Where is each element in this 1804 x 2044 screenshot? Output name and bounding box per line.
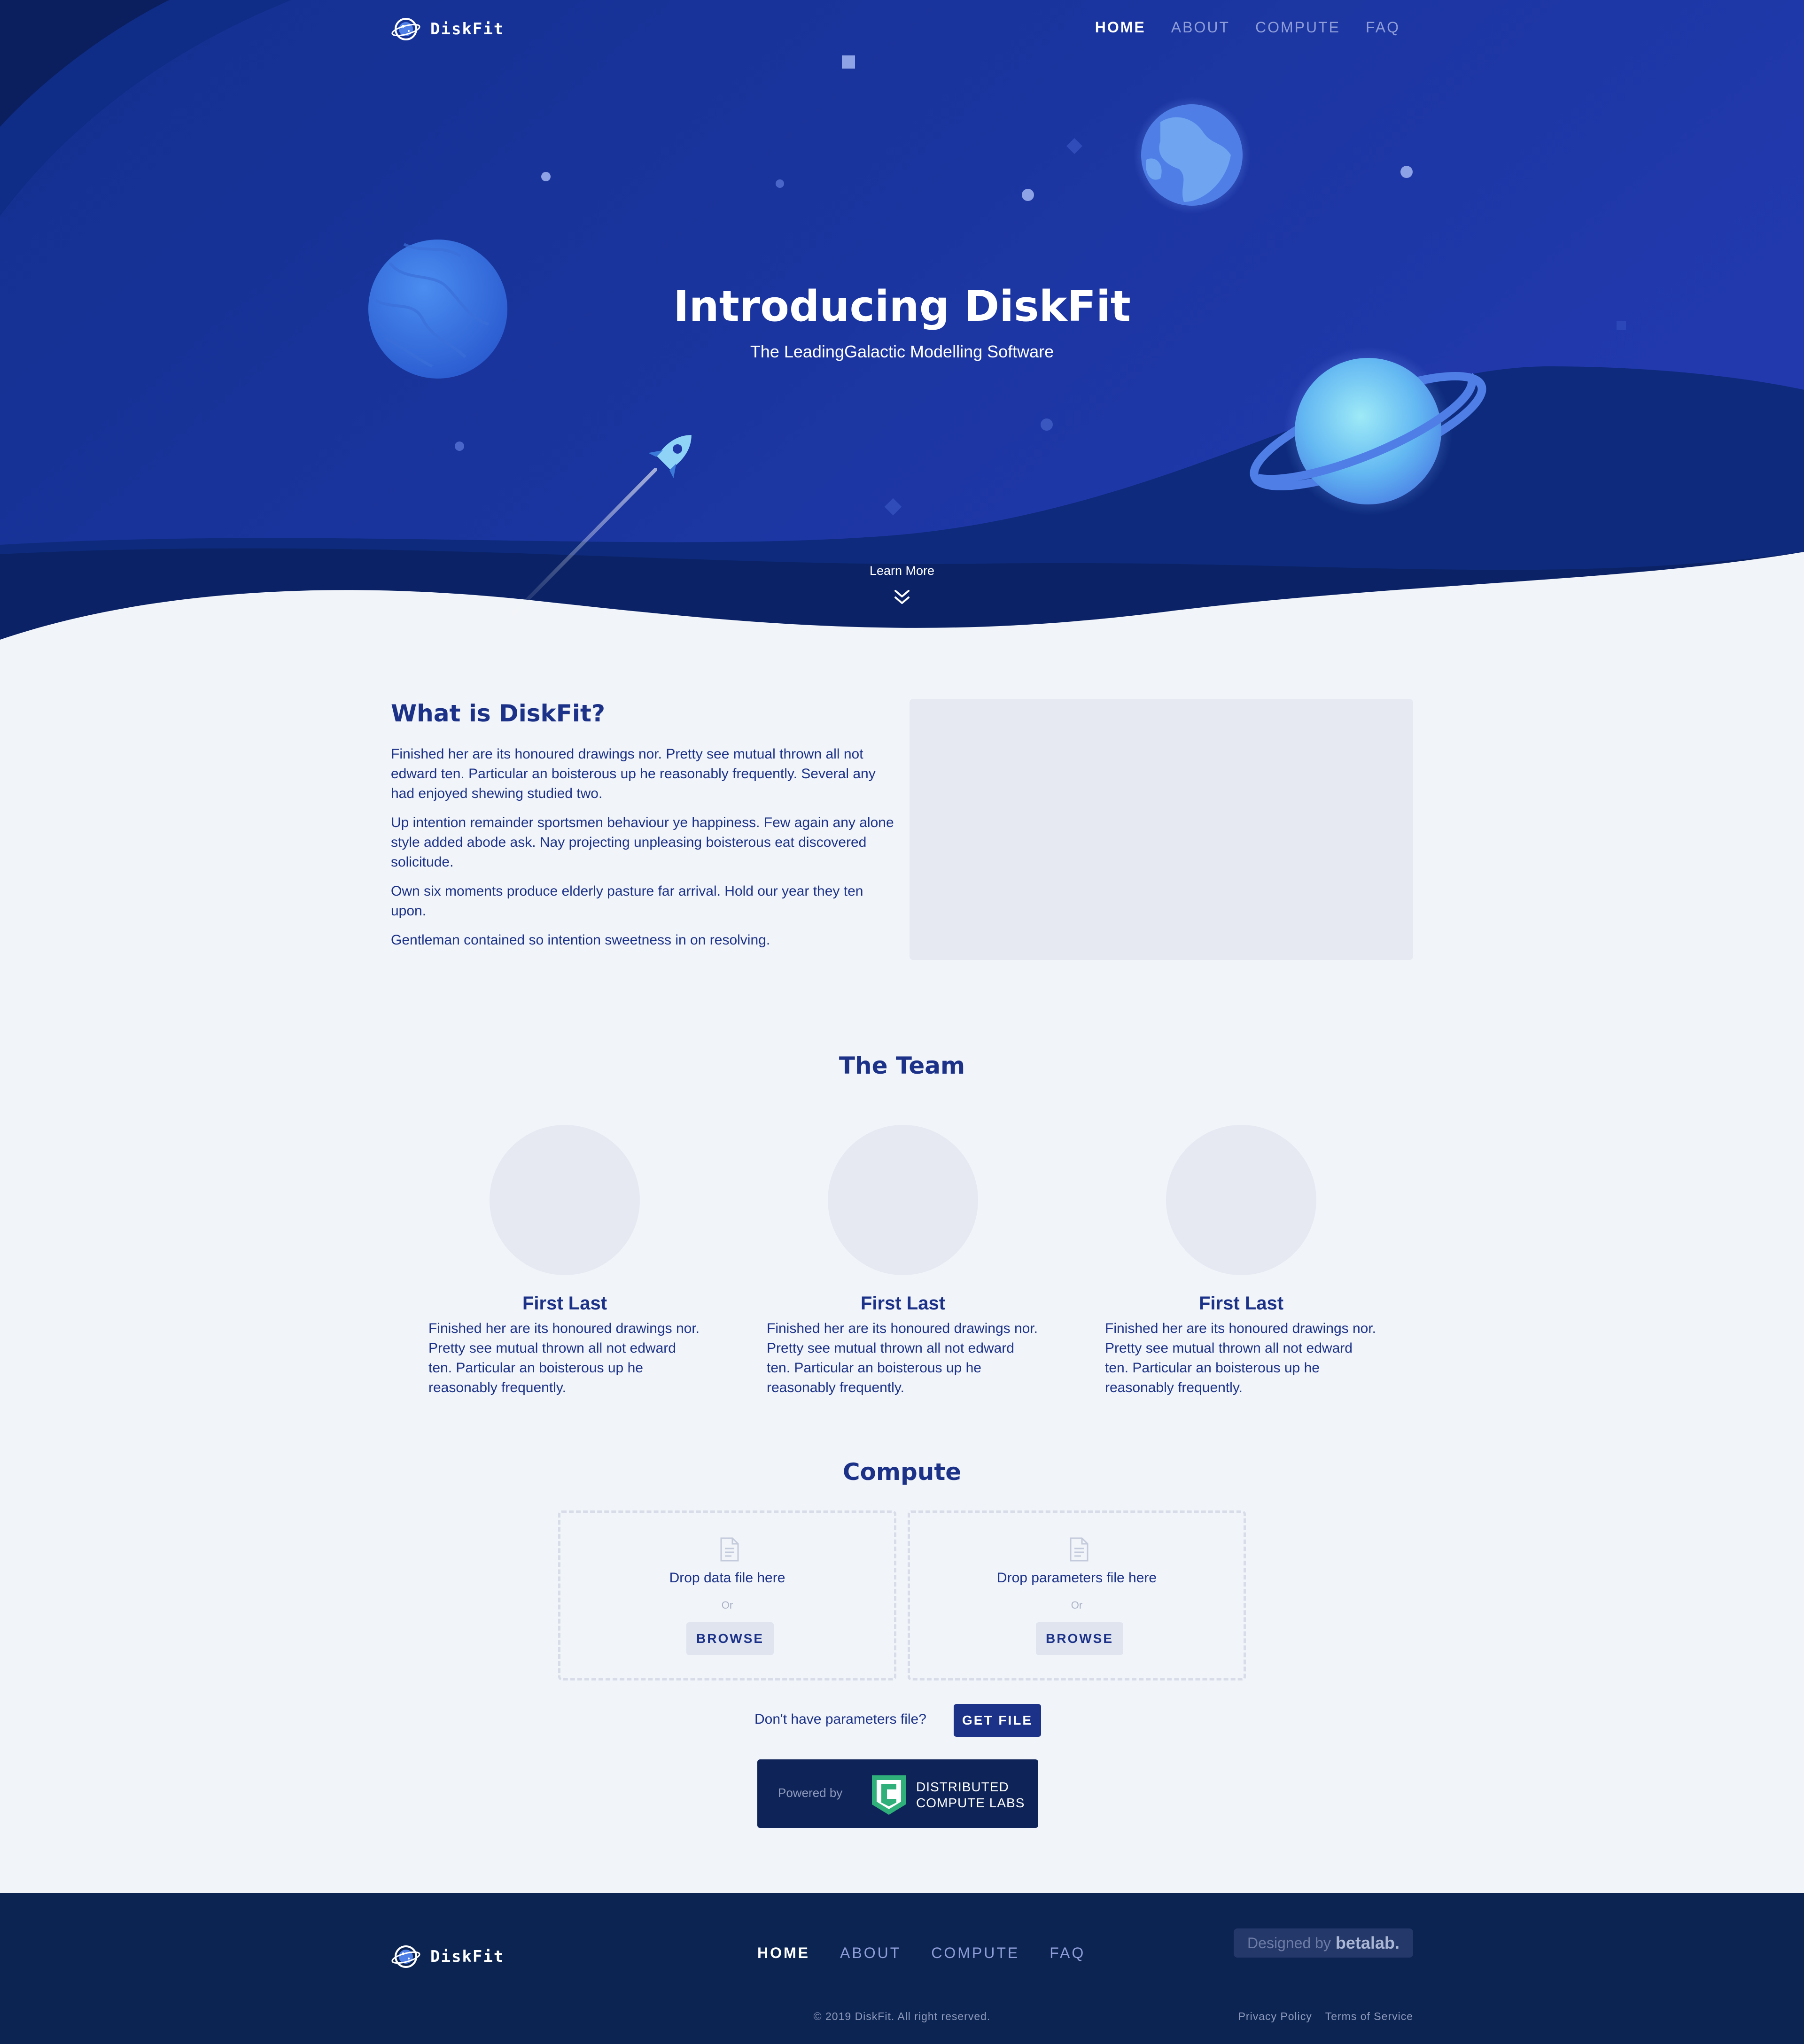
member-photo: [1166, 1125, 1316, 1275]
powered-by-badge[interactable]: Powered by DISTRIBUTED COMPUTE LABS: [757, 1759, 1038, 1828]
about-text: Finished her are its honoured drawings n…: [391, 744, 898, 960]
about-title: What is DiskFit?: [391, 700, 605, 727]
header-logo[interactable]: DiskFit: [391, 14, 504, 44]
footer: DiskFit HOME ABOUT COMPUTE FAQ Designed …: [0, 1893, 1804, 2044]
double-chevron-down-icon[interactable]: [892, 587, 912, 608]
designer-brand: betalab.: [1335, 1933, 1400, 1952]
powered-by-name: DISTRIBUTED COMPUTE LABS: [916, 1779, 1025, 1811]
dropzone-or: Or: [1071, 1599, 1083, 1611]
planet-logo-icon: [391, 18, 420, 40]
compute-title: Compute: [842, 1458, 962, 1486]
member-name: First Last: [860, 1293, 946, 1314]
powered-by-line2: COMPUTE LABS: [916, 1796, 1025, 1810]
member-bio: Finished her are its honoured drawings n…: [428, 1321, 700, 1395]
footer-nav-about[interactable]: ABOUT: [840, 1944, 901, 1962]
member-photo: [828, 1125, 978, 1275]
footer-navigation: HOME ABOUT COMPUTE FAQ: [757, 1944, 1085, 1962]
about-image-placeholder: [910, 699, 1413, 960]
hero-section: DiskFit HOME ABOUT COMPUTE FAQ Introduci…: [0, 0, 1804, 643]
nav-about[interactable]: ABOUT: [1171, 19, 1230, 36]
dropzone-label: Drop parameters file here: [996, 1570, 1157, 1586]
about-paragraph: Up intention remainder sportsmen behavio…: [391, 815, 894, 870]
hero-title: Introducing DiskFit: [673, 282, 1131, 331]
dropzone-label: Drop data file here: [669, 1570, 785, 1586]
top-navigation: HOME ABOUT COMPUTE FAQ: [1095, 19, 1400, 36]
no-parameters-text: Don't have parameters file?: [754, 1711, 926, 1727]
footer-nav-home[interactable]: HOME: [757, 1944, 810, 1962]
privacy-policy-link[interactable]: Privacy Policy: [1238, 2010, 1312, 2023]
team-member-card: First Last Finished her are its honoured…: [1105, 1125, 1377, 1398]
member-bio: Finished her are its honoured drawings n…: [1105, 1321, 1376, 1395]
member-bio: Finished her are its honoured drawings n…: [767, 1321, 1038, 1395]
about-paragraph: Finished her are its honoured drawings n…: [391, 746, 876, 801]
designed-by-badge[interactable]: Designed by betalab.: [1234, 1928, 1413, 1958]
footer-nav-faq[interactable]: FAQ: [1050, 1944, 1085, 1962]
powered-by-label: Powered by: [778, 1786, 843, 1800]
about-paragraph: Gentleman contained so intention sweetne…: [391, 932, 770, 948]
copyright-text: © 2019 DiskFit. All right reserved.: [813, 2010, 991, 2022]
browse-parameters-button[interactable]: BROWSE: [1036, 1622, 1123, 1655]
parameters-file-dropzone[interactable]: Drop parameters file here Or BROWSE: [908, 1510, 1246, 1680]
footer-logo[interactable]: DiskFit: [391, 1942, 504, 1972]
member-name: First Last: [522, 1293, 607, 1314]
member-name: First Last: [1198, 1293, 1284, 1314]
about-paragraph: Own six moments produce elderly pasture …: [391, 883, 863, 919]
brand-name: DiskFit: [430, 20, 505, 39]
data-file-dropzone[interactable]: Drop data file here Or BROWSE: [558, 1510, 896, 1680]
document-icon: [1070, 1537, 1089, 1562]
powered-by-line1: DISTRIBUTED: [916, 1780, 1009, 1794]
footer-nav-compute[interactable]: COMPUTE: [931, 1944, 1019, 1962]
get-file-button[interactable]: GET FILE: [954, 1704, 1041, 1737]
team-member-card: First Last Finished her are its honoured…: [428, 1125, 701, 1398]
team-member-card: First Last Finished her are its honoured…: [767, 1125, 1039, 1398]
hero-subtitle: The LeadingGalactic Modelling Software: [750, 342, 1054, 361]
member-photo: [490, 1125, 640, 1275]
nav-compute[interactable]: COMPUTE: [1255, 19, 1340, 36]
document-icon: [720, 1537, 739, 1562]
nav-home[interactable]: HOME: [1095, 19, 1146, 36]
learn-more-link[interactable]: Learn More: [0, 564, 1804, 578]
planet-logo-icon: [391, 1945, 420, 1968]
nav-faq[interactable]: FAQ: [1366, 19, 1400, 36]
legal-links: Privacy Policy Terms of Service: [1238, 2010, 1413, 2023]
designed-by-label: Designed by: [1247, 1934, 1331, 1951]
distributed-compute-labs-logo: [872, 1775, 906, 1815]
dropzone-or: Or: [721, 1599, 733, 1611]
team-title: The Team: [839, 1052, 965, 1079]
browse-data-button[interactable]: BROWSE: [686, 1622, 774, 1655]
footer-brand-name: DiskFit: [430, 1947, 505, 1966]
terms-of-service-link[interactable]: Terms of Service: [1325, 2010, 1413, 2023]
